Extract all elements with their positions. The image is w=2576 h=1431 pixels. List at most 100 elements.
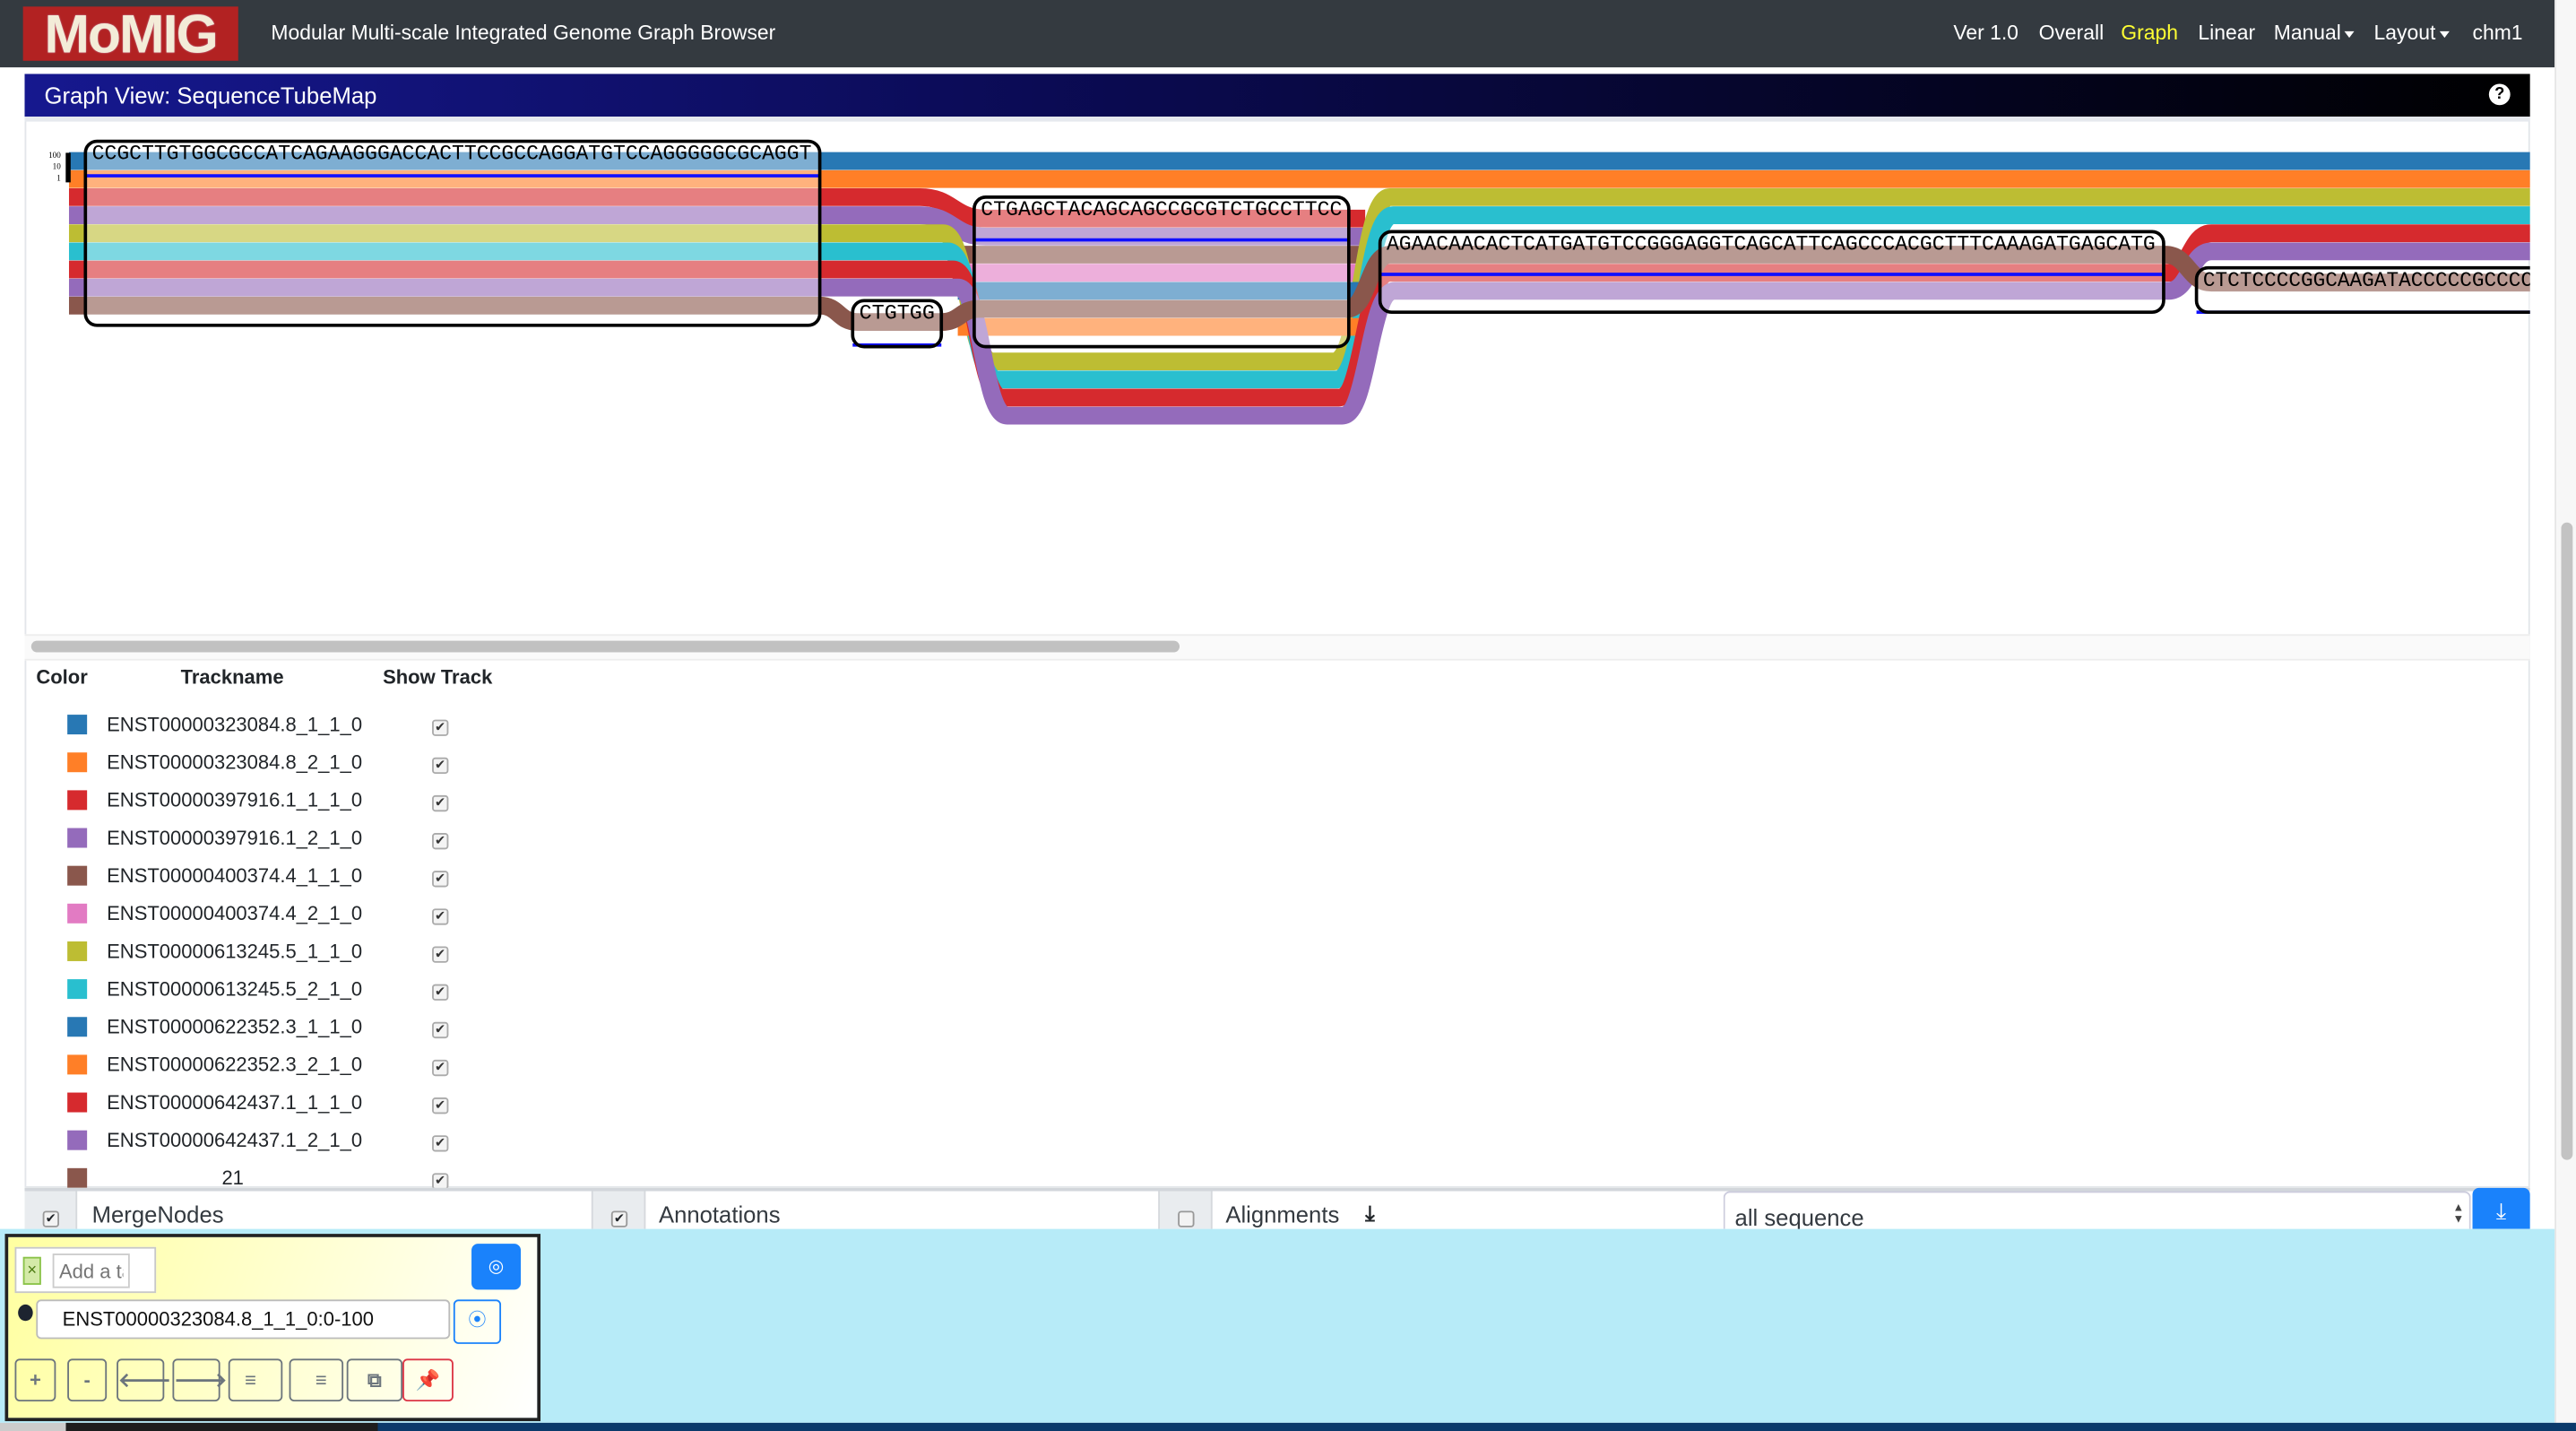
show-track-checkbox[interactable]: ✔ <box>432 946 449 963</box>
show-track-checkbox[interactable]: ✔ <box>432 1059 449 1077</box>
tube-map-svg[interactable]: 100 10 1 CCGCTTGTGGCGCCATCAGAAGGGACCACTTCCG… <box>24 117 2530 632</box>
nav-label: Manual <box>2273 21 2341 45</box>
nav-label: chm1 <box>2472 21 2523 45</box>
scale-bar <box>65 152 71 183</box>
show-track-checkbox[interactable]: ✔ <box>432 1097 449 1114</box>
move-right-icon: 🡒 <box>174 1368 228 1392</box>
legend-header-color: Color <box>36 665 88 689</box>
track-color-swatch[interactable] <box>67 715 88 735</box>
track-color-swatch[interactable] <box>67 979 88 1000</box>
go-to-region-button[interactable]: ⦿ <box>453 1299 502 1344</box>
region-input[interactable] <box>36 1299 451 1340</box>
node-sequence: CTCTCCCCGGCAAGATACCCCCGCCCC <box>2203 269 2530 292</box>
track-color-swatch[interactable] <box>67 790 88 811</box>
track-color-swatch[interactable] <box>67 1017 88 1037</box>
vertical-scrollbar-thumb[interactable] <box>2561 522 2573 1160</box>
track-name: ENST00000323084.8_2_1_0 <box>107 750 363 775</box>
nav-layout[interactable]: Layout <box>2373 21 2449 45</box>
move-right-button[interactable]: 🡒 <box>172 1358 227 1402</box>
nav-label: Ver 1.0 <box>1953 21 2018 45</box>
horizontal-scrollbar-thumb[interactable] <box>30 640 1180 653</box>
track-color-swatch[interactable] <box>67 903 88 924</box>
track-name: ENST00000397916.1_1_1_0 <box>107 788 363 812</box>
annotations-label: Annotations <box>658 1201 781 1227</box>
track-color-swatch[interactable] <box>67 865 88 886</box>
show-track-checkbox[interactable]: ✔ <box>432 833 449 850</box>
track-name: ENST00000642437.1_1_1_0 <box>107 1090 363 1114</box>
track-color-swatch[interactable] <box>67 752 88 773</box>
show-track-checkbox[interactable]: ✔ <box>432 794 449 812</box>
nav-chm1[interactable]: chm1 <box>2473 22 2523 45</box>
show-track-checkbox[interactable]: ✔ <box>432 757 449 775</box>
remove-tag-button[interactable]: × <box>22 1256 41 1285</box>
nav-overall[interactable]: Overall <box>2039 22 2105 45</box>
align-left-button[interactable]: ≡ <box>228 1358 283 1402</box>
alignments-label: Alignments <box>1225 1201 1340 1227</box>
track-name: ENST00000400374.4_2_1_0 <box>107 901 363 925</box>
align-right-button[interactable]: ≡ <box>289 1358 344 1402</box>
target-icon: ⦿ <box>468 1311 487 1331</box>
track-name: ENST00000642437.1_2_1_0 <box>107 1128 363 1152</box>
move-left-icon: 🡐 <box>117 1368 171 1392</box>
tag-input[interactable] <box>52 1253 130 1288</box>
track-color-swatch[interactable] <box>67 1054 88 1075</box>
taskbar-strip <box>0 1422 2576 1431</box>
track-name: ENST00000613245.5_2_1_0 <box>107 977 363 1001</box>
tube-map-canvas[interactable]: 100 10 1 CCGCTTGTGGCGCCATCAGAAGGGACCACTTCCG… <box>24 117 2530 632</box>
track-name: ENST00000622352.3_1_1_0 <box>107 1015 363 1039</box>
copy-button[interactable]: ⧉ <box>346 1358 403 1402</box>
nav-graph[interactable]: Graph <box>2121 22 2178 45</box>
zoom-in-button[interactable]: + <box>14 1358 56 1402</box>
nav-label: Linear <box>2198 21 2256 45</box>
zoom-in-icon: + <box>29 1368 41 1392</box>
show-track-checkbox[interactable]: ✔ <box>432 719 449 736</box>
scale-label: 100 <box>48 151 61 160</box>
locate-button[interactable]: ◎ <box>471 1244 522 1290</box>
download-icon[interactable]: ⤓ <box>1365 1201 1375 1227</box>
track-color-swatch[interactable] <box>67 1167 88 1188</box>
track-name: ENST00000323084.8_1_1_0 <box>107 713 363 736</box>
download-button[interactable]: ⤓ <box>2472 1187 2530 1229</box>
target-icon: ◎ <box>488 1256 505 1277</box>
zoom-out-icon: - <box>83 1368 91 1392</box>
nav-label: Overall <box>2038 21 2105 45</box>
download-icon: ⤓ <box>2495 1197 2507 1225</box>
merge-nodes-label: MergeNodes <box>91 1201 224 1227</box>
region-bullet <box>18 1304 33 1322</box>
legend-header-trackname: Trackname <box>180 665 284 689</box>
nav-linear[interactable]: Linear <box>2198 22 2255 45</box>
nav-label: Layout <box>2373 21 2436 45</box>
align-right-icon: ≡ <box>315 1368 327 1392</box>
alignments-checkbox[interactable] <box>1158 1191 1213 1229</box>
zoom-out-button[interactable]: - <box>67 1358 108 1402</box>
show-track-checkbox[interactable]: ✔ <box>432 908 449 925</box>
scale-label: 1 <box>56 174 61 183</box>
panel-header <box>24 74 2530 117</box>
track-color-swatch[interactable] <box>67 941 88 961</box>
question-circle-icon[interactable]: ? <box>2488 83 2511 106</box>
track-color-swatch[interactable] <box>67 1130 88 1150</box>
panel-title: Graph View: SequenceTubeMap <box>44 82 377 108</box>
momig-logo[interactable]: MoMIG <box>22 6 238 61</box>
nav-ver-1-0[interactable]: Ver 1.0 <box>1953 22 2018 45</box>
nav-manual[interactable]: Manual <box>2273 21 2355 45</box>
merge-nodes-checkbox[interactable]: ✔ <box>24 1191 78 1229</box>
track-color-swatch[interactable] <box>67 1092 88 1113</box>
legend-row: ENST00000642437.1_2_1_0 ✔ <box>24 1129 681 1178</box>
select-arrows-icon: ▲ ▼ <box>2452 1202 2465 1226</box>
align-left-icon: ≡ <box>245 1368 256 1392</box>
show-track-checkbox[interactable]: ✔ <box>432 871 449 888</box>
annotations-checkbox[interactable]: ✔ <box>591 1191 646 1229</box>
track-name: 21 <box>221 1166 244 1190</box>
track-color-swatch[interactable] <box>67 828 88 848</box>
node-sequence: CTGTGG <box>860 301 935 325</box>
sequence-select-value: all sequence <box>1734 1204 1864 1231</box>
show-track-checkbox[interactable]: ✔ <box>432 984 449 1001</box>
app-title: Modular Multi-scale Integrated Genome Gr… <box>271 21 776 45</box>
pin-button[interactable]: 📌 <box>402 1358 454 1402</box>
move-left-button[interactable]: 🡐 <box>117 1358 171 1402</box>
track-name: ENST00000400374.4_1_1_0 <box>107 863 363 888</box>
show-track-checkbox[interactable]: ✔ <box>432 1135 449 1152</box>
node-sequence: AGAACAACACTCATGATGTCCGGGAGGTCAGCATTCAGCC… <box>1387 233 2156 256</box>
show-track-checkbox[interactable]: ✔ <box>432 1021 449 1039</box>
